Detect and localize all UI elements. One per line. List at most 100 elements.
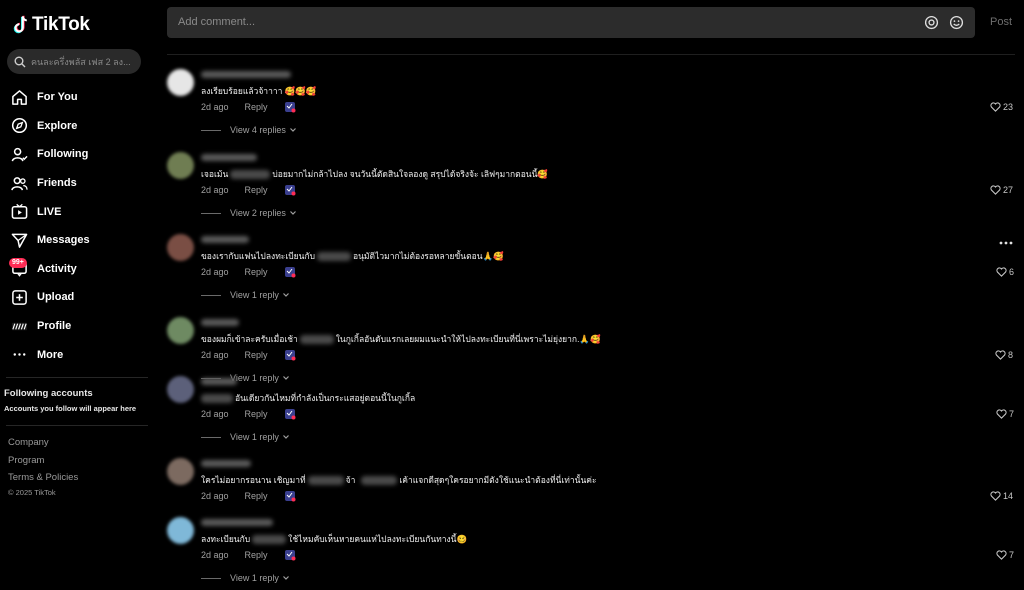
view-replies-label: View 1 reply [230, 290, 279, 300]
search-input[interactable]: คนละครึ่งพลัส เฟส 2 ลง... [7, 49, 141, 74]
comment-placeholder: Add comment... [178, 16, 256, 28]
emoji-icon[interactable] [949, 15, 964, 30]
avatar[interactable] [167, 317, 194, 344]
reply-button[interactable]: Reply [245, 409, 268, 419]
reply-button[interactable]: Reply [245, 491, 268, 501]
reply-button[interactable]: Reply [245, 267, 268, 277]
nav-label: Upload [37, 291, 75, 304]
nav-messages[interactable]: Messages [0, 226, 152, 255]
upload-icon [10, 288, 28, 306]
messages-icon [10, 231, 28, 249]
more-options-icon[interactable] [999, 240, 1013, 246]
comment-time: 2d ago [201, 102, 229, 112]
nav-label: Friends [37, 177, 77, 190]
view-replies-button[interactable]: View 1 reply [201, 573, 290, 583]
comment-time: 2d ago [201, 267, 229, 277]
nav-activity[interactable]: 99+ Activity [0, 255, 152, 284]
nav-label: Profile [37, 320, 72, 333]
like-button[interactable]: 8 [995, 350, 1013, 360]
username[interactable] [201, 236, 249, 243]
footer-link-program[interactable]: Program [8, 455, 44, 466]
reaction-icon[interactable] [284, 549, 296, 561]
reaction-icon[interactable] [284, 408, 296, 420]
comment-text-part: บ่อยมากไม่กล้าไปลง จนวันนี้ตัดสินใจลองดู… [272, 169, 549, 179]
nav-label: LIVE [37, 205, 62, 218]
search-icon [14, 56, 26, 67]
tiktok-logo[interactable]: TikTok [12, 14, 90, 36]
view-replies-button[interactable]: View 1 reply [201, 432, 290, 442]
redacted-link [317, 251, 351, 261]
footer-link-company[interactable]: Company [8, 437, 49, 448]
avatar[interactable] [167, 152, 194, 179]
avatar[interactable] [167, 376, 194, 403]
avatar[interactable] [167, 234, 194, 261]
sidebar: TikTok คนละครึ่งพลัส เฟส 2 ลง... For You… [0, 0, 152, 590]
nav-label: Explore [37, 119, 78, 132]
reaction-icon[interactable] [284, 490, 296, 502]
post-button[interactable]: Post [990, 16, 1012, 28]
nav-explore[interactable]: Explore [0, 112, 152, 141]
heart-icon [990, 102, 1001, 112]
comments-top-divider [167, 54, 1015, 55]
view-replies-label: View 4 replies [230, 125, 286, 135]
like-button[interactable]: 6 [996, 267, 1014, 277]
reply-button[interactable]: Reply [245, 350, 268, 360]
comment-text-part: ของผมก็เข้าละครับเมื่อเช้า [201, 334, 298, 344]
comment-text: ของผมก็เข้าละครับเมื่อเช้า ในกูเกิ้ลอันดั… [201, 332, 601, 346]
avatar[interactable] [167, 458, 194, 485]
chevron-down-icon [289, 128, 296, 132]
comment-input[interactable]: Add comment... [167, 7, 975, 38]
reply-button[interactable]: Reply [245, 185, 268, 195]
heart-icon [996, 409, 1007, 419]
comment-text-part: ของเรากับแฟนไปลงทะเบียนกับ [201, 251, 315, 261]
like-button[interactable]: 7 [996, 550, 1014, 560]
nav-more[interactable]: More [0, 340, 152, 369]
footer-link-terms[interactable]: Terms & Policies [8, 472, 78, 483]
comment-time: 2d ago [201, 185, 229, 195]
nav-friends[interactable]: Friends [0, 169, 152, 198]
reaction-icon[interactable] [284, 101, 296, 113]
tiktok-logo-icon [13, 15, 27, 34]
view-replies-label: View 1 reply [230, 432, 279, 442]
copyright: © 2025 TikTok [8, 488, 56, 497]
view-replies-button[interactable]: View 1 reply [201, 290, 290, 300]
view-replies-button[interactable]: View 4 replies [201, 125, 297, 135]
view-replies-button[interactable]: View 2 replies [201, 208, 297, 218]
reaction-icon[interactable] [284, 349, 296, 361]
reply-button[interactable]: Reply [245, 102, 268, 112]
comment-text-part: ในกูเกิ้ลอันดับแรกเลยผมแนะนำให้ไปลงทะเบี… [335, 334, 601, 344]
comment-text-part: เค้าแจกดีสุดๆใครอยากมีตังใช้แนะนำต้องที่… [399, 475, 597, 485]
username[interactable] [201, 319, 239, 326]
like-count: 7 [1009, 550, 1015, 560]
comment-time: 2d ago [201, 350, 229, 360]
mention-icon[interactable] [924, 15, 939, 30]
like-button[interactable]: 27 [990, 185, 1013, 195]
nav-following[interactable]: Following [0, 140, 152, 169]
nav-profile[interactable]: Profile [0, 312, 152, 341]
username[interactable] [201, 378, 237, 385]
nav-upload[interactable]: Upload [0, 283, 152, 312]
avatar[interactable] [167, 69, 194, 96]
nav-live[interactable]: LIVE [0, 197, 152, 226]
compass-icon [10, 117, 28, 135]
view-replies-label: View 1 reply [230, 573, 279, 583]
username[interactable] [201, 519, 273, 526]
avatar[interactable] [167, 517, 194, 544]
like-button[interactable]: 14 [990, 491, 1013, 501]
nav-label: More [37, 348, 64, 361]
comment-time: 2d ago [201, 550, 229, 560]
reaction-icon[interactable] [284, 266, 296, 278]
reply-button[interactable]: Reply [245, 550, 268, 560]
heart-icon [990, 491, 1001, 501]
comment-text-part: อนุมัติไวมากไม่ต้องรอหลายขั้นตอน🙏🥰 [353, 251, 504, 261]
like-button[interactable]: 23 [990, 102, 1013, 112]
username[interactable] [201, 71, 291, 78]
reaction-icon[interactable] [284, 184, 296, 196]
like-button[interactable]: 7 [996, 409, 1014, 419]
nav-for-you[interactable]: For You [0, 83, 152, 112]
username[interactable] [201, 460, 251, 467]
comment-text: ใครไม่อยากรอนาน เชิญมาที่ จ้า เค้าแจกดีสุด… [201, 473, 597, 487]
sidebar-divider [6, 425, 148, 426]
username[interactable] [201, 154, 257, 161]
chevron-down-icon [282, 376, 289, 380]
